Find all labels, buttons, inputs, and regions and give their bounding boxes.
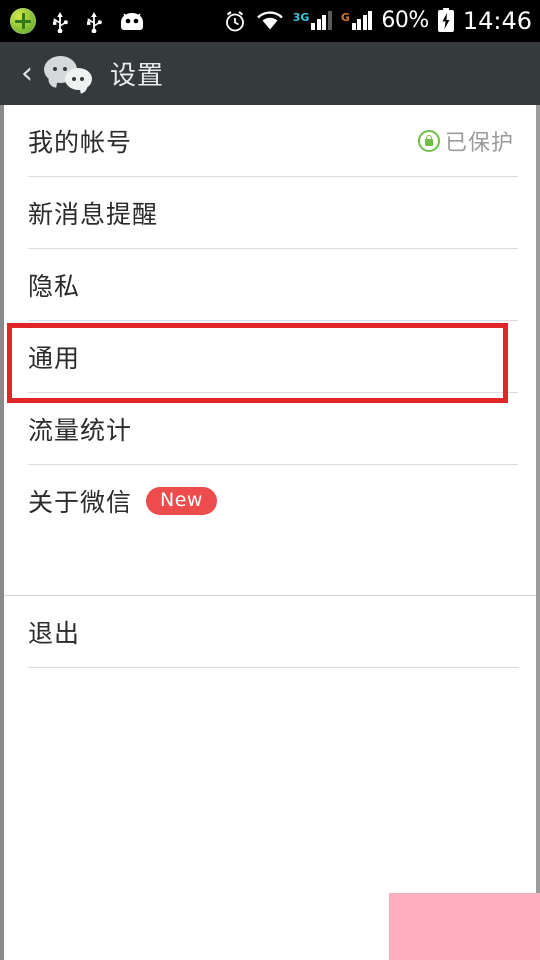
settings-item-label: 通用 [28,344,81,373]
android-robot-icon [121,13,143,30]
settings-list: 我的帐号 已保护 新消息提醒 隐私 通用 流量统计 关于微信 New 退出 [4,105,536,668]
settings-item-label: 退出 [28,619,81,648]
account-status-label: 已保护 [444,131,514,156]
settings-item-my-account[interactable]: 我的帐号 已保护 [4,105,536,177]
clock-label: 14:46 [462,7,532,35]
status-bar-left-icons [10,8,146,34]
settings-group-logout: 退出 [4,595,536,668]
network-g-label: G [340,10,350,24]
phone-screen: 3G G 60% 14:46 ‹ 设置 我的帐号 已保护 新消息提醒 隐私 通用… [0,0,540,960]
network-3g-bars [311,10,332,30]
settings-item-label: 新消息提醒 [28,200,159,229]
group-spacer [4,537,536,595]
settings-item-label: 我的帐号 [28,128,133,157]
title-bar: ‹ 设置 [0,42,540,105]
row-divider [28,667,518,668]
status-bar: 3G G 60% 14:46 [0,0,540,42]
settings-item-new-message-alerts[interactable]: 新消息提醒 [4,177,536,249]
account-status: 已保护 [417,125,514,157]
network-g-bars [351,10,373,30]
battery-charging-icon [437,8,454,32]
settings-item-general[interactable]: 通用 [4,321,536,393]
status-bar-right-icons: 3G G 60% 14:46 [223,7,532,35]
settings-item-data-usage[interactable]: 流量统计 [4,393,536,465]
screen-edge-right [536,105,540,960]
wifi-icon [256,11,283,30]
network-3g-indicator: 3G [292,10,332,30]
settings-item-privacy[interactable]: 隐私 [4,249,536,321]
pink-overlay-block [389,893,540,960]
usb-icon [53,12,68,33]
network-g-indicator: G [340,10,373,30]
page-title: 设置 [110,61,165,91]
settings-item-about-wechat[interactable]: 关于微信 New [4,465,536,537]
alarm-clock-icon [225,11,244,32]
wechat-logo-icon [44,54,98,94]
usb-icon [87,12,102,33]
settings-item-label: 关于微信 [28,488,133,517]
network-3g-label: 3G [292,10,310,24]
settings-group-main: 我的帐号 已保护 新消息提醒 隐私 通用 流量统计 关于微信 New [4,105,536,537]
settings-item-label: 隐私 [28,272,81,301]
settings-item-logout[interactable]: 退出 [4,596,536,668]
back-chevron-icon[interactable]: ‹ [12,58,42,89]
battery-percent-label: 60% [381,8,429,33]
green-lock-icon [417,130,440,152]
new-badge: New [146,487,217,515]
settings-item-label: 流量统计 [28,416,133,445]
app-plus-icon [10,8,36,34]
